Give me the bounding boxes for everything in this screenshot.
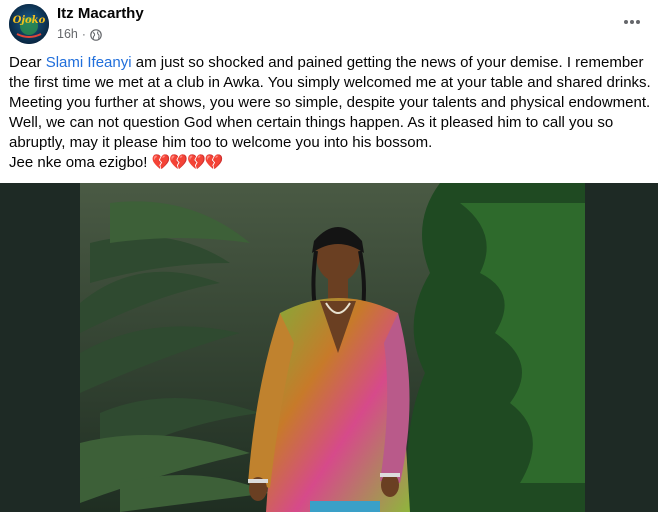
post-timestamp[interactable]: 16h (57, 27, 78, 41)
post-photo-container[interactable] (0, 183, 658, 512)
post-closing-text: Jee nke oma ezigbo! (9, 154, 152, 171)
more-options-button[interactable] (618, 8, 646, 36)
more-options-icon (624, 20, 640, 24)
globe-icon[interactable] (90, 28, 102, 41)
author-avatar[interactable]: Ojoko (9, 4, 49, 44)
meta-separator: · (81, 27, 86, 41)
mention-link[interactable]: Slami Ifeanyi (46, 54, 132, 71)
svg-text:Ojoko: Ojoko (13, 15, 46, 26)
post-closing-line: Jee nke oma ezigbo! 💔💔💔💔 (9, 153, 654, 173)
post-header: Ojoko Itz Macarthy 16h · (0, 0, 658, 44)
post-text-lead: Dear (9, 54, 46, 71)
post-photo[interactable] (80, 183, 585, 512)
photo-man-in-garden-image (80, 183, 585, 512)
post-message: Dear Slami Ifeanyi am just so shocked an… (9, 53, 654, 173)
author-name[interactable]: Itz Macarthy (57, 5, 144, 22)
post-meta: 16h · (57, 27, 102, 41)
post-paragraph: Dear Slami Ifeanyi am just so shocked an… (9, 53, 654, 153)
avatar-logo-image: Ojoko (9, 4, 49, 44)
broken-heart-emojis: 💔💔💔💔 (151, 154, 224, 171)
